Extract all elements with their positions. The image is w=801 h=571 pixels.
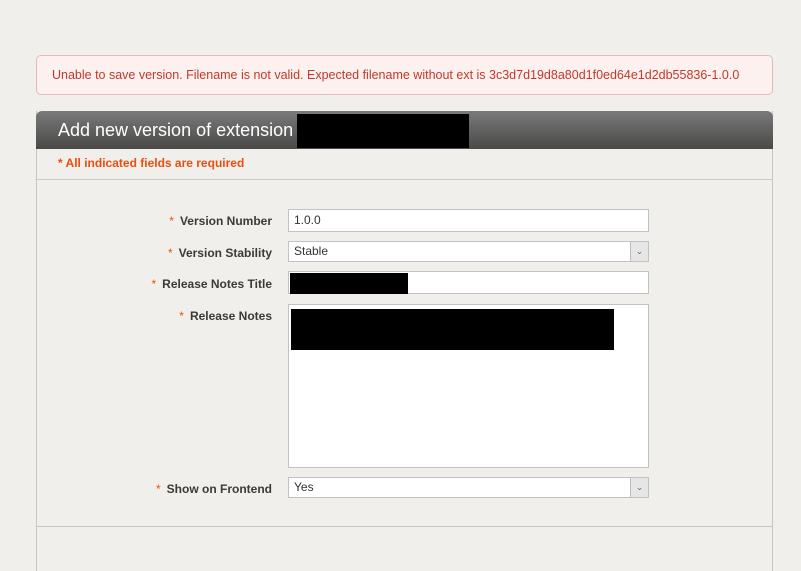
chevron-down-icon[interactable]: ⌄ bbox=[630, 478, 648, 497]
version-stability-select[interactable]: Stable ⌄ bbox=[288, 241, 649, 262]
required-star: * bbox=[169, 214, 174, 228]
label-text: Release Notes bbox=[189, 309, 272, 323]
show-on-frontend-row: * Show on Frontend Yes ⌄ bbox=[37, 477, 772, 499]
label-text: Version Number bbox=[179, 214, 272, 228]
release-notes-textarea[interactable] bbox=[288, 304, 649, 468]
show-on-frontend-label: * Show on Frontend bbox=[156, 482, 272, 496]
required-star: * bbox=[167, 246, 173, 260]
error-text: Unable to save version. Filename is not … bbox=[52, 68, 740, 82]
required-star: * bbox=[156, 482, 161, 496]
add-version-panel: Add new version of extension * All indic… bbox=[36, 111, 773, 571]
required-star: * bbox=[179, 309, 184, 323]
release-notes-label: * Release Notes bbox=[179, 309, 272, 323]
version-stability-row: * Version Stability Stable ⌄ bbox=[37, 241, 772, 263]
label-text: Show on Frontend bbox=[166, 482, 272, 496]
label-text: Release Notes Title bbox=[162, 277, 272, 291]
version-stability-value: Stable bbox=[294, 244, 329, 258]
chevron-down-icon[interactable]: ⌄ bbox=[630, 242, 648, 261]
version-number-input[interactable]: 1.0.0 bbox=[288, 209, 649, 232]
release-notes-title-row: * Release Notes Title bbox=[37, 271, 772, 295]
release-notes-row: * Release Notes bbox=[37, 304, 772, 468]
release-notes-title-label: * Release Notes Title bbox=[152, 277, 273, 291]
redacted-extension-name bbox=[297, 114, 469, 148]
error-message: Unable to save version. Filename is not … bbox=[36, 55, 773, 95]
panel-header: Add new version of extension bbox=[36, 111, 773, 149]
version-stability-label: * Version Stability bbox=[168, 246, 272, 260]
version-number-value: 1.0.0 bbox=[294, 213, 321, 227]
release-notes-title-input[interactable] bbox=[288, 271, 649, 294]
label-text: Version Stability bbox=[178, 246, 272, 260]
show-on-frontend-select[interactable]: Yes ⌄ bbox=[288, 477, 649, 498]
version-number-label: * Version Number bbox=[169, 214, 272, 228]
section-divider bbox=[37, 526, 772, 527]
required-star: * bbox=[151, 277, 157, 291]
redacted-notes-value bbox=[291, 309, 614, 350]
show-on-frontend-value: Yes bbox=[294, 480, 314, 494]
redacted-title-value bbox=[290, 273, 408, 294]
panel-title: Add new version of extension bbox=[58, 120, 294, 140]
required-fields-note: * All indicated fields are required bbox=[37, 149, 772, 180]
version-number-row: * Version Number 1.0.0 bbox=[37, 209, 772, 233]
